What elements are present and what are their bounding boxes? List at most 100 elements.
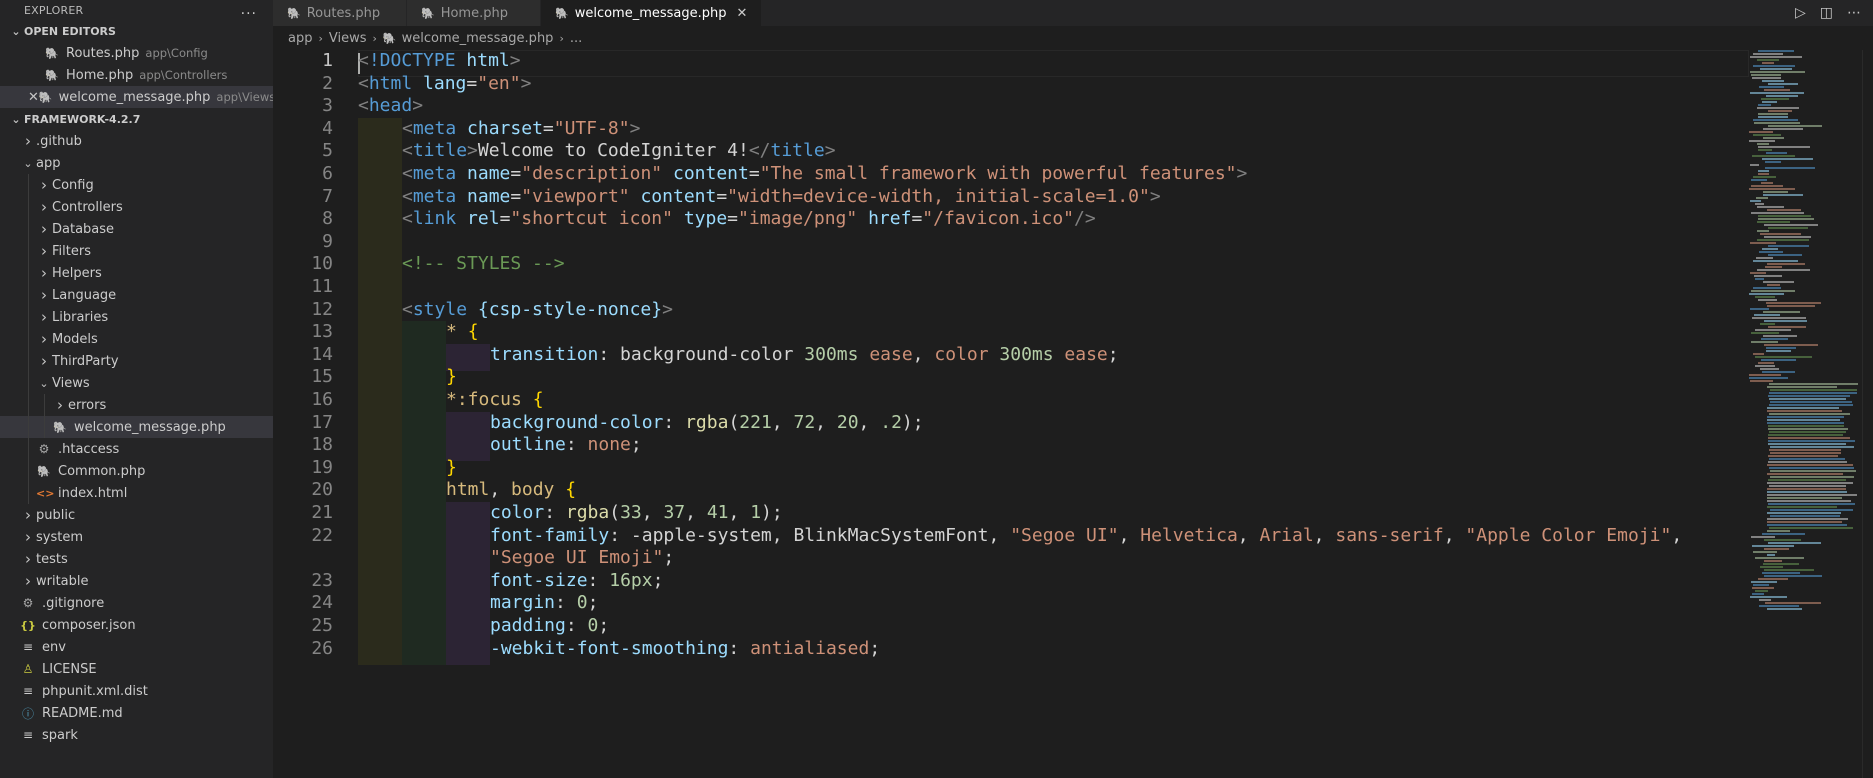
folder-item[interactable]: › Libraries — [0, 306, 273, 328]
file-item[interactable]: 🐘 welcome_message.php — [0, 416, 273, 438]
project-header[interactable]: ⌄ FRAMEWORK-4.2.7 — [0, 108, 273, 130]
folder-item[interactable]: › system — [0, 526, 273, 548]
breadcrumb-symbol[interactable]: ... — [570, 31, 582, 46]
code-line[interactable]: 9 — [273, 230, 1749, 258]
line-number: 12 — [311, 298, 333, 320]
code-line[interactable]: 15} — [273, 366, 1749, 394]
folder-item[interactable]: › ThirdParty — [0, 350, 273, 372]
file-item[interactable]: {} composer.json — [0, 614, 273, 636]
open-editors-header[interactable]: ⌄ OPEN EDITORS — [0, 20, 273, 42]
minimap-line — [1759, 86, 1784, 88]
code-line[interactable]: "Segoe UI Emoji"; — [273, 547, 1749, 575]
folder-item[interactable]: ⌄ app — [0, 152, 273, 174]
more-actions-icon[interactable]: ... — [241, 2, 257, 18]
code-line[interactable]: 22 font-family: -apple-system, BlinkMacSy… — [273, 524, 1749, 552]
folder-item[interactable]: › Models — [0, 328, 273, 350]
code-token: "viewport" — [521, 185, 630, 207]
code-line[interactable]: 13 * { — [273, 321, 1749, 349]
code-line[interactable]: 24 margin: 0; — [273, 592, 1749, 620]
folder-item[interactable]: › Database — [0, 218, 273, 240]
folder-item[interactable]: › writable — [0, 570, 273, 592]
code-token: ; — [1107, 343, 1119, 365]
code-line[interactable]: 3 <head> — [273, 95, 1749, 118]
breadcrumb-file[interactable]: welcome_message.php — [402, 31, 554, 46]
folder-item[interactable]: › Helpers — [0, 262, 273, 284]
minimap-line — [1750, 164, 1760, 166]
code-text: <head> — [358, 95, 423, 118]
file-item[interactable]: ≡ spark — [0, 724, 273, 746]
more-actions-icon[interactable]: ⋯ — [1847, 5, 1861, 21]
code-text: <meta charset="UTF-8"> — [402, 118, 640, 141]
code-line[interactable]: 7 <meta name="viewport" content="width=de… — [273, 185, 1749, 213]
close-icon[interactable]: ✕ — [28, 90, 39, 105]
folder-item[interactable]: ⌄ Views — [0, 372, 273, 394]
minimap-line — [1768, 425, 1845, 427]
code-line[interactable]: 8 <link rel="shortcut icon" type="image/p… — [273, 208, 1749, 236]
code-line[interactable]: 19} — [273, 456, 1749, 484]
minimap-line — [1759, 599, 1771, 601]
code-token: = — [510, 185, 522, 207]
code-line[interactable]: 20 html, body { — [273, 479, 1749, 507]
run-icon[interactable]: ▷ — [1795, 5, 1806, 21]
minimap-line — [1751, 536, 1776, 538]
code-line[interactable]: 4 <meta charset="UTF-8"> — [273, 117, 1749, 145]
close-icon[interactable]: ✕ — [737, 6, 748, 21]
file-item[interactable]: ⓘ README.md — [0, 702, 273, 724]
minimap-line — [1769, 383, 1859, 385]
open-editor-item[interactable]: 🐘 Routes.php app\Config — [0, 42, 273, 64]
code-line[interactable]: 26 -webkit-font-smoothing: antialiased; — [273, 637, 1749, 665]
tree-item-label: Controllers — [52, 199, 123, 215]
code-line[interactable]: 16 *:focus { — [273, 389, 1749, 416]
code-line[interactable]: 11 — [273, 276, 1749, 303]
tab-routes-php[interactable]: 🐘 Routes.php — [273, 0, 407, 26]
code-line[interactable]: 18 outline: none; — [273, 434, 1749, 462]
folder-item[interactable]: › Controllers — [0, 196, 273, 218]
code-line[interactable]: 2 <html lang="en"> — [273, 73, 1749, 96]
code-line[interactable]: 5 <title>Welcome to CodeIgniter 4!</title… — [273, 140, 1749, 168]
minimap-line — [1758, 116, 1788, 118]
folder-item[interactable]: › .github — [0, 130, 273, 152]
file-item[interactable]: ⚙ .gitignore — [0, 592, 273, 614]
code-line[interactable]: 14 transition: background-color 300ms eas… — [273, 343, 1749, 371]
open-editor-item[interactable]: 🐘 Home.php app\Controllers — [0, 64, 273, 86]
code-editor[interactable]: 1 <!DOCTYPE html> 2 <html lang="en"> 3 <head>… — [273, 50, 1749, 778]
code-token: 1 — [750, 502, 762, 523]
folder-item[interactable]: › Filters — [0, 240, 273, 262]
tab-welcome-message-php[interactable]: 🐘 welcome_message.php ✕ — [541, 0, 763, 26]
code-line[interactable]: 17 background-color: rgba(221, 72, 20, .2… — [273, 411, 1749, 439]
tab-bar: 🐘 Routes.php 🐘 Home.php 🐘 welcome_message.php… — [273, 0, 1873, 26]
vertical-scrollbar[interactable] — [1862, 50, 1873, 778]
code-line[interactable]: 21 color: rgba(33, 37, 41, 1); — [273, 502, 1749, 529]
chevron-right-icon: › — [318, 31, 323, 45]
code-line[interactable]: 25 padding: 0; — [273, 615, 1749, 642]
minimap-line — [1758, 104, 1771, 106]
code-line[interactable]: 1 <!DOCTYPE html> — [273, 50, 1749, 77]
code-line[interactable]: 12 <style {csp-style-nonce}> — [273, 298, 1749, 326]
code-token: , — [771, 411, 794, 433]
chevron-down-icon: ⌄ — [23, 156, 33, 170]
file-item[interactable]: ♙ LICENSE — [0, 658, 273, 680]
file-item[interactable]: 🐘 Common.php — [0, 460, 273, 482]
open-editor-item[interactable]: ✕ 🐘 welcome_message.php app\Views — [0, 86, 273, 108]
folder-item[interactable]: › errors — [0, 394, 273, 416]
file-item[interactable]: ≡ env — [0, 636, 273, 658]
tab-home-php[interactable]: 🐘 Home.php — [407, 0, 541, 26]
code-line[interactable]: 10 <!-- STYLES --> — [273, 253, 1749, 281]
file-item[interactable]: <> index.html — [0, 482, 273, 504]
code-line[interactable]: 6 <meta name="description" content="The s… — [273, 163, 1749, 190]
breadcrumb-app[interactable]: app — [288, 31, 312, 46]
folder-item[interactable]: › tests — [0, 548, 273, 570]
tree-item-label: Language — [52, 287, 117, 303]
file-item[interactable]: ≡ phpunit.xml.dist — [0, 680, 273, 702]
code-token: { — [532, 389, 544, 410]
split-editor-icon[interactable]: ◫ — [1820, 5, 1833, 21]
breadcrumb-views[interactable]: Views — [329, 31, 367, 46]
line-number: 25 — [311, 615, 333, 636]
folder-item[interactable]: › Language — [0, 284, 273, 306]
folder-item[interactable]: › Config — [0, 174, 273, 196]
folder-item[interactable]: › public — [0, 504, 273, 526]
code-text: <meta name="description" content="The sm… — [402, 163, 1247, 186]
code-line[interactable]: 23 font-size: 16px; — [273, 569, 1749, 597]
file-item[interactable]: ⚙ .htaccess — [0, 438, 273, 460]
minimap[interactable] — [1749, 50, 1862, 778]
